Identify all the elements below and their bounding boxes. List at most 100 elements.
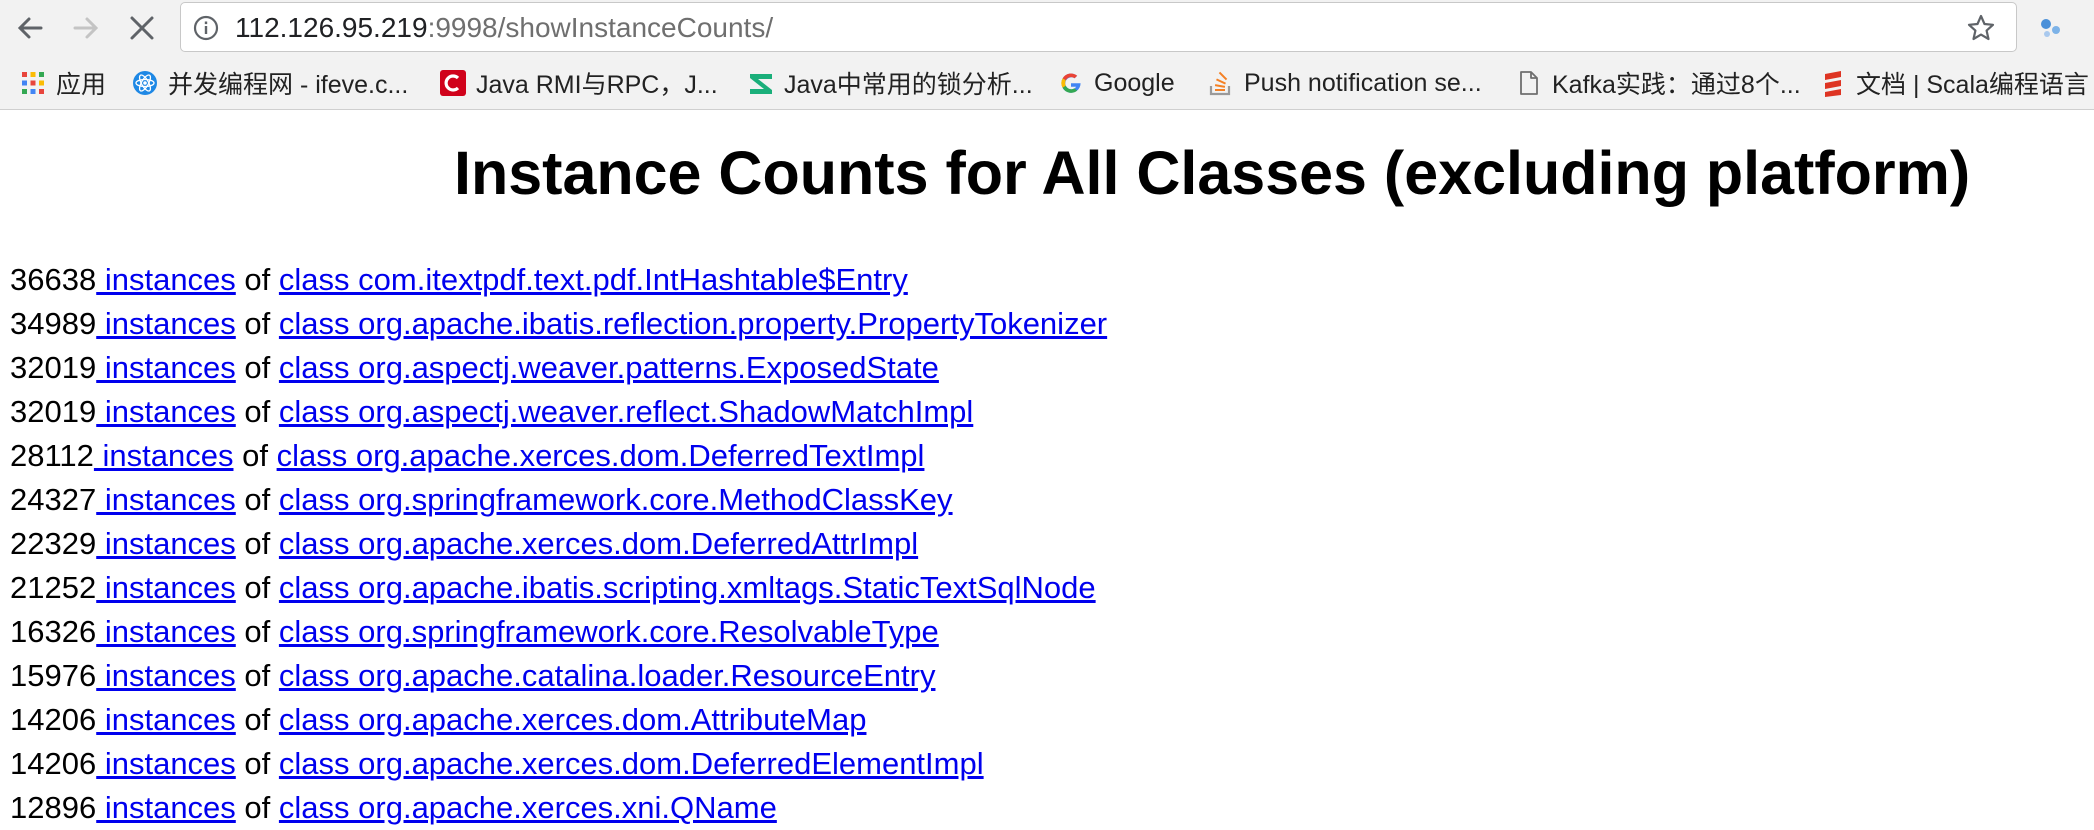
- stackoverflow-icon: [1208, 70, 1234, 96]
- bookmark-label: Kafka实践：通过8个...: [1552, 71, 1801, 99]
- instances-link[interactable]: instances: [96, 526, 236, 561]
- instance-count: 22329: [10, 526, 97, 561]
- instance-count: 32019: [10, 394, 97, 429]
- instance-count: 24327: [10, 482, 97, 517]
- instances-link[interactable]: instances: [94, 438, 234, 473]
- forward-button[interactable]: [66, 8, 106, 48]
- of-text: of: [244, 746, 271, 781]
- forward-arrow-icon: [73, 17, 99, 39]
- class-link[interactable]: class org.apache.ibatis.reflection.prope…: [279, 306, 1107, 341]
- table-row: 24327 instances of class org.springframe…: [10, 478, 1107, 522]
- class-link[interactable]: class org.springframework.core.MethodCla…: [279, 482, 953, 517]
- react-logo-icon: [132, 70, 158, 96]
- of-text: of: [244, 702, 271, 737]
- bookmark-label: Java中常用的锁分析...: [784, 71, 1033, 99]
- of-text: of: [244, 350, 271, 385]
- bookmark-kafka[interactable]: Kafka实践：通过8个...: [1516, 68, 1801, 99]
- close-icon: [130, 16, 154, 40]
- table-row: 12896 instances of class org.apache.xerc…: [10, 786, 1107, 830]
- instances-link[interactable]: instances: [96, 394, 236, 429]
- bookmark-push-notification[interactable]: Push notification se...: [1208, 68, 1482, 98]
- bookmark-label: Google: [1094, 68, 1175, 97]
- class-link[interactable]: class org.apache.catalina.loader.Resourc…: [279, 658, 936, 693]
- instances-link[interactable]: instances: [96, 658, 236, 693]
- page-title: Instance Counts for All Classes (excludi…: [454, 139, 1971, 207]
- instance-count: 21252: [10, 570, 97, 605]
- bookmark-ifeve[interactable]: 并发编程网 - ifeve.c...: [132, 68, 409, 99]
- instance-count: 14206: [10, 746, 97, 781]
- table-row: 32019 instances of class org.aspectj.wea…: [10, 346, 1107, 390]
- bookmark-google[interactable]: Google: [1058, 68, 1175, 98]
- bookmark-apps[interactable]: 应用: [20, 68, 107, 99]
- instances-link[interactable]: instances: [96, 482, 236, 517]
- red-c-logo-icon: [440, 70, 466, 96]
- instance-count: 28112: [10, 438, 94, 473]
- class-link[interactable]: class org.apache.xerces.dom.DeferredElem…: [279, 746, 984, 781]
- back-button[interactable]: [10, 8, 50, 48]
- instance-count: 16326: [10, 614, 97, 649]
- class-link[interactable]: class org.springframework.core.Resolvabl…: [279, 614, 939, 649]
- bookmark-label: 应用: [56, 71, 107, 99]
- url-path: :9998/showInstanceCounts/: [427, 12, 774, 43]
- of-text: of: [244, 526, 271, 561]
- bookmark-label: Java RMI与RPC，J...: [476, 71, 718, 99]
- table-row: 15976 instances of class org.apache.cata…: [10, 654, 1107, 698]
- table-row: 14206 instances of class org.apache.xerc…: [10, 698, 1107, 742]
- instances-link[interactable]: instances: [96, 702, 236, 737]
- class-link[interactable]: class org.aspectj.weaver.patterns.Expose…: [279, 350, 939, 385]
- instance-count: 34989: [10, 306, 97, 341]
- instance-count: 32019: [10, 350, 97, 385]
- instances-link[interactable]: instances: [96, 350, 236, 385]
- bookmark-label: 并发编程网 - ifeve.c...: [168, 71, 409, 99]
- bookmark-java-rmi[interactable]: Java RMI与RPC，J...: [440, 68, 718, 99]
- bookmark-label: 文档 | Scala编程语言: [1856, 71, 2089, 99]
- table-row: 22329 instances of class org.apache.xerc…: [10, 522, 1107, 566]
- instances-link[interactable]: instances: [96, 262, 236, 297]
- class-link[interactable]: class org.apache.xerces.dom.DeferredAttr…: [279, 526, 918, 561]
- of-text: of: [244, 262, 271, 297]
- of-text: of: [242, 438, 268, 473]
- table-row: 21252 instances of class org.apache.ibat…: [10, 566, 1107, 610]
- class-link[interactable]: class org.apache.ibatis.scripting.xmltag…: [279, 570, 1096, 605]
- table-row: 14206 instances of class org.apache.xerc…: [10, 742, 1107, 786]
- instance-count: 36638: [10, 262, 97, 297]
- back-arrow-icon: [17, 17, 43, 39]
- of-text: of: [244, 394, 271, 429]
- url-host: 112.126.95.219: [235, 12, 428, 43]
- star-icon[interactable]: [1966, 13, 1996, 48]
- document-icon: [1516, 70, 1542, 96]
- url-text[interactable]: 112.126.95.219:9998/showInstanceCounts/: [235, 13, 773, 43]
- scala-logo-icon: [1820, 70, 1846, 97]
- class-link[interactable]: class com.itextpdf.text.pdf.IntHashtable…: [279, 262, 908, 297]
- instances-link[interactable]: instances: [96, 614, 236, 649]
- class-link[interactable]: class org.apache.xerces.dom.DeferredText…: [277, 438, 925, 473]
- instances-link[interactable]: instances: [96, 570, 236, 605]
- table-row: 32019 instances of class org.aspectj.wea…: [10, 390, 1107, 434]
- class-link[interactable]: class org.aspectj.weaver.reflect.ShadowM…: [279, 394, 973, 429]
- table-row: 28112 instances of class org.apache.xerc…: [10, 434, 1107, 478]
- class-link[interactable]: class org.apache.xerces.dom.AttributeMap: [279, 702, 867, 737]
- of-text: of: [244, 482, 271, 517]
- apps-grid-icon: [20, 70, 46, 96]
- of-text: of: [244, 306, 271, 341]
- instance-count: 14206: [10, 702, 97, 737]
- bookmark-label: Push notification se...: [1244, 68, 1482, 97]
- info-icon[interactable]: [193, 15, 219, 46]
- instances-link[interactable]: instances: [96, 306, 236, 341]
- stop-loading-button[interactable]: [122, 8, 162, 48]
- instance-count-list: 36638 instances of class com.itextpdf.te…: [10, 258, 1107, 830]
- google-logo-icon: [1058, 70, 1084, 96]
- of-text: of: [244, 614, 271, 649]
- extension-icon[interactable]: [2036, 12, 2066, 47]
- browser-toolbar: 112.126.95.219:9998/showInstanceCounts/: [0, 0, 2094, 56]
- bookmarks-bar: 应用 并发编程网 - ifeve.c... Java RMI与RPC，J...: [0, 56, 2094, 110]
- table-row: 34989 instances of class org.apache.ibat…: [10, 302, 1107, 346]
- bookmark-scala[interactable]: 文档 | Scala编程语言: [1820, 68, 2089, 99]
- instance-count: 15976: [10, 658, 97, 693]
- instances-link[interactable]: instances: [96, 746, 236, 781]
- bookmark-java-lock[interactable]: Java中常用的锁分析...: [748, 68, 1033, 99]
- green-logo-icon: [748, 70, 774, 96]
- address-bar[interactable]: 112.126.95.219:9998/showInstanceCounts/: [180, 2, 2017, 52]
- table-row: 36638 instances of class com.itextpdf.te…: [10, 258, 1107, 302]
- table-row: 16326 instances of class org.springframe…: [10, 610, 1107, 654]
